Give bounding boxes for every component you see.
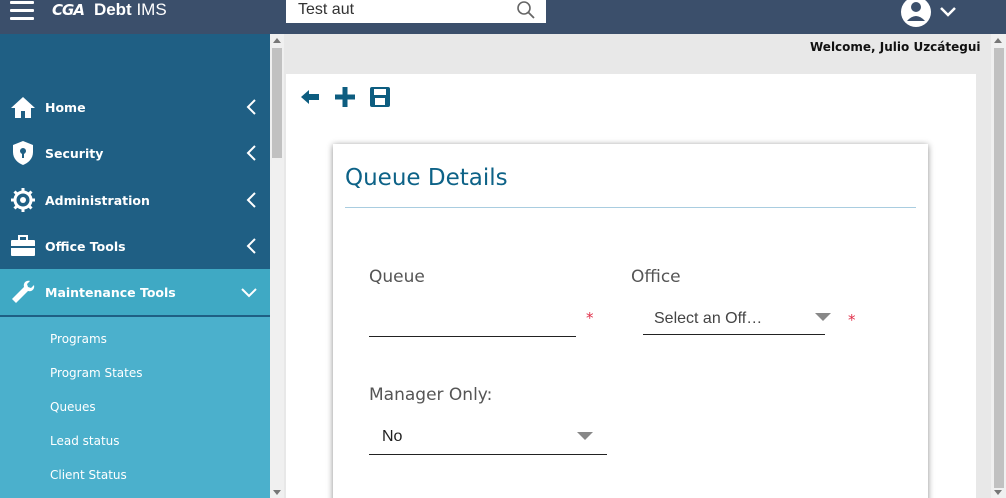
chevron-left-icon: [246, 145, 256, 161]
avatar-icon: [901, 0, 956, 27]
hamburger-menu-icon[interactable]: [10, 1, 34, 23]
manager-underline: [369, 454, 607, 455]
sidebar-item-label: Home: [45, 99, 86, 115]
queue-underline: [369, 336, 576, 337]
logo-mark: CGA: [52, 1, 85, 19]
manager-only-value: No: [382, 428, 403, 445]
office-placeholder: Select an Off…: [654, 310, 763, 327]
submenu-item-program-states[interactable]: Program States: [50, 366, 142, 380]
queue-details-card: Queue Details Queue * Office Select an O…: [333, 144, 928, 498]
dropdown-arrow-icon: [815, 313, 831, 321]
briefcase-icon: [10, 233, 36, 259]
required-marker: *: [848, 311, 856, 329]
wrench-icon: [10, 279, 36, 305]
sidebar-item-home[interactable]: Home: [0, 84, 270, 130]
sidebar-item-office-tools[interactable]: Office Tools: [0, 223, 270, 269]
sidebar-item-maintenance-tools[interactable]: Maintenance Tools: [0, 269, 270, 315]
home-icon: [10, 94, 36, 120]
chevron-left-icon: [246, 192, 256, 208]
welcome-message: Welcome, Julio Uzcátegui: [810, 40, 981, 54]
search-box: [286, 0, 546, 24]
scrollbar-thumb[interactable]: [272, 48, 282, 158]
chevron-left-icon: [246, 99, 256, 115]
card-title: Queue Details: [345, 165, 508, 191]
user-menu[interactable]: [900, 0, 960, 28]
add-icon[interactable]: [334, 86, 356, 108]
top-bar: CGA Debt IMS: [0, 0, 1006, 34]
title-divider: [345, 207, 916, 208]
sidebar-item-label: Office Tools: [45, 238, 126, 254]
office-label: Office: [631, 267, 681, 287]
scroll-down-icon[interactable]: [273, 490, 281, 495]
submenu-item-programs[interactable]: Programs: [50, 332, 107, 346]
sidebar-scrollbar[interactable]: [270, 34, 284, 498]
app-logo[interactable]: CGA Debt IMS: [52, 0, 167, 20]
gear-icon: [10, 187, 36, 213]
maintenance-submenu: Programs Program States Queues Lead stat…: [0, 317, 270, 498]
queue-label: Queue: [369, 267, 425, 287]
submenu-item-lead-status[interactable]: Lead status: [50, 434, 120, 448]
office-underline: [643, 334, 825, 335]
scroll-down-icon[interactable]: [994, 490, 1002, 495]
submenu-item-client-status[interactable]: Client Status: [50, 468, 127, 482]
sidebar-item-administration[interactable]: Administration: [0, 177, 270, 223]
office-select[interactable]: Select an Off…: [643, 304, 831, 336]
manager-only-label: Manager Only:: [369, 385, 493, 405]
sidebar: Home Security Administration Office Tool…: [0, 34, 270, 498]
chevron-down-icon: [241, 288, 257, 298]
page-scrollbar[interactable]: [991, 34, 1006, 498]
sidebar-item-security[interactable]: Security: [0, 130, 270, 176]
scroll-up-icon[interactable]: [273, 38, 281, 43]
queue-input[interactable]: [369, 304, 576, 337]
scrollbar-thumb[interactable]: [994, 48, 1004, 488]
chevron-left-icon: [246, 238, 256, 254]
app-name: Debt IMS: [93, 0, 167, 19]
sidebar-item-label: Security: [45, 145, 104, 161]
submenu-item-queues[interactable]: Queues: [50, 400, 96, 414]
required-marker: *: [586, 309, 594, 327]
search-icon[interactable]: [516, 0, 536, 20]
shield-icon: [10, 140, 36, 166]
sidebar-item-label: Administration: [45, 192, 150, 208]
search-input[interactable]: [298, 0, 513, 22]
save-icon[interactable]: [369, 86, 391, 108]
scroll-up-icon[interactable]: [994, 38, 1002, 43]
dropdown-arrow-icon: [577, 432, 593, 440]
back-arrow-icon[interactable]: [299, 86, 321, 108]
manager-only-select[interactable]: No: [369, 424, 607, 456]
sidebar-item-label: Maintenance Tools: [45, 284, 176, 300]
